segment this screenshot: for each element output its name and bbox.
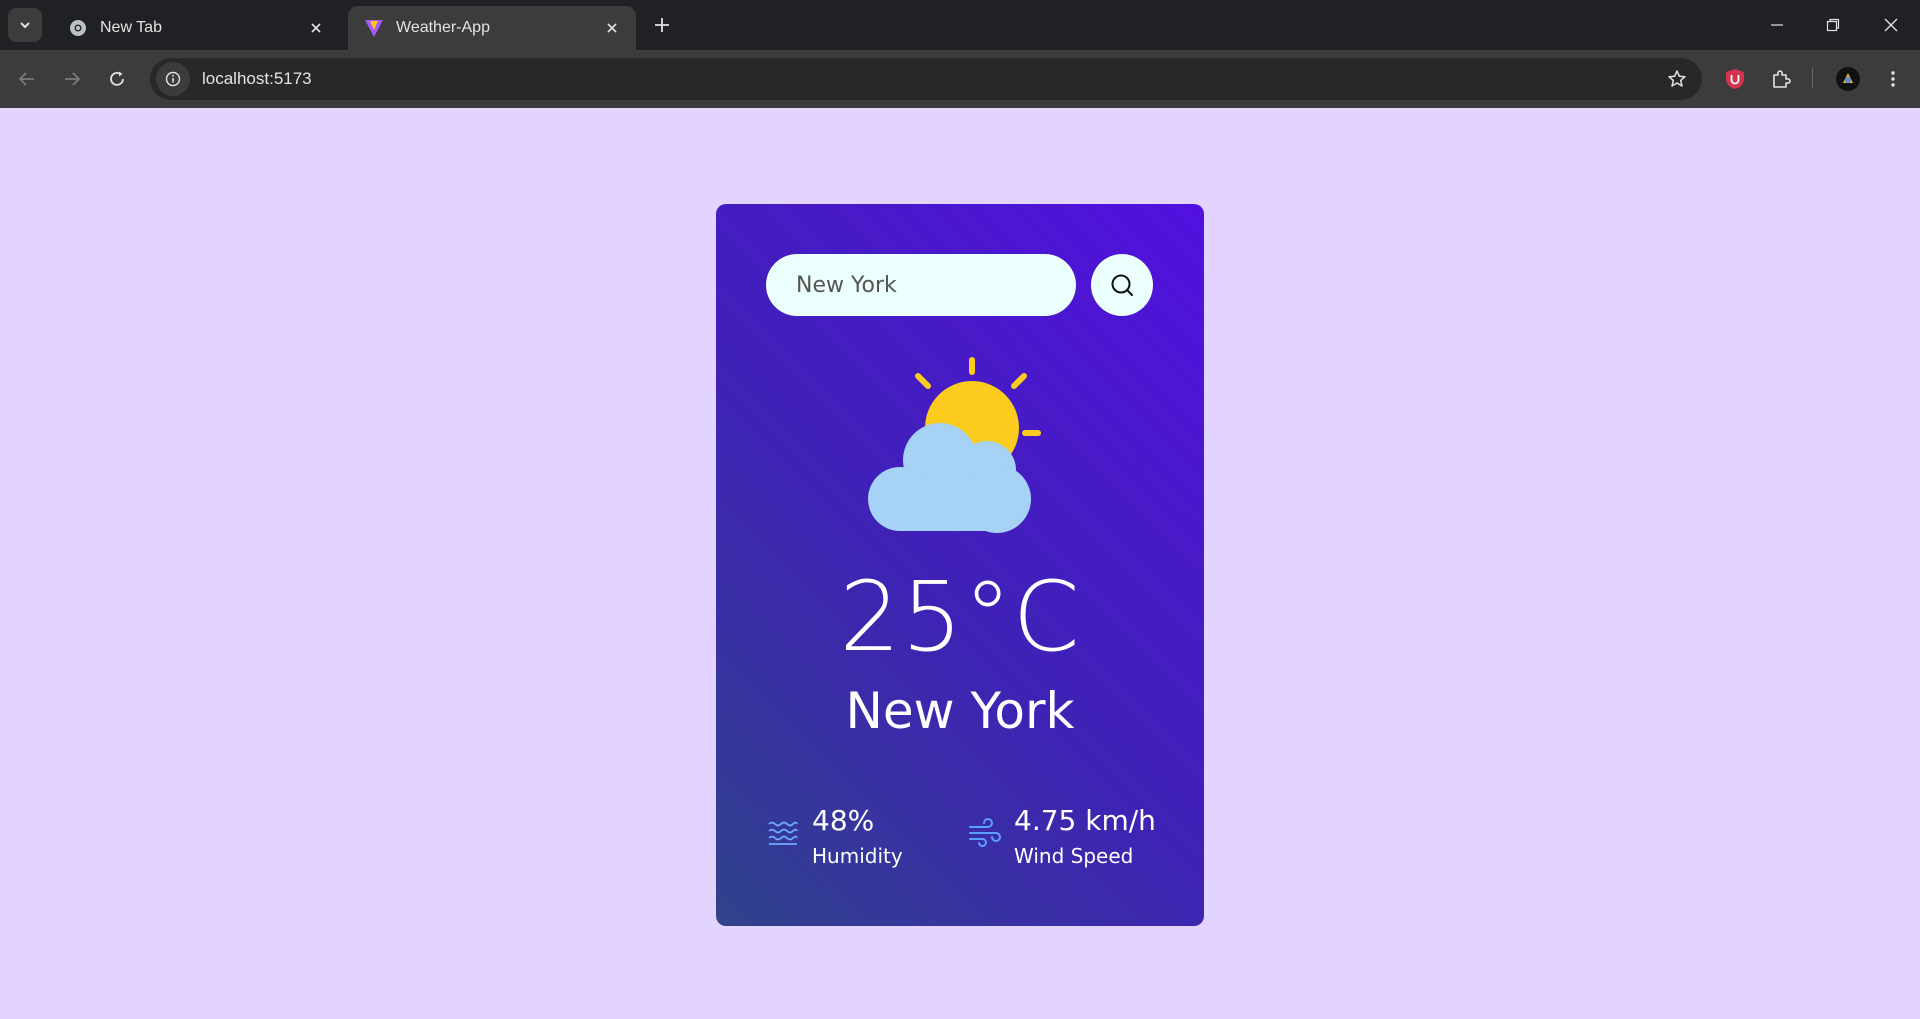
wind-speed-label: Wind Speed [1014,843,1134,868]
minimize-button[interactable] [1762,10,1792,40]
address-bar[interactable]: localhost:5173 [150,58,1702,100]
weather-card: 25°C New York 48% Humidity 4.75 km/h [716,204,1204,926]
arrow-left-icon [18,72,34,86]
tab-new-tab[interactable]: New Tab [52,6,340,50]
forward-button[interactable] [55,62,89,96]
minimize-icon [1771,24,1783,26]
vite-icon [364,18,384,38]
browser-menu-button[interactable] [1876,62,1910,96]
avatar-icon [1836,67,1860,91]
shield-icon [1726,69,1744,89]
humidity-value: 48% [812,804,875,837]
bookmark-button[interactable] [1662,64,1692,94]
search-button[interactable] [1091,254,1153,316]
tab-search-button[interactable] [8,8,42,42]
partly-cloudy-icon [868,357,1041,533]
restore-button[interactable] [1818,10,1848,40]
extensions-button[interactable] [1764,62,1798,96]
tab-weather-app[interactable]: Weather-App [348,6,636,50]
star-icon [1668,70,1686,87]
city-name: New York [845,682,1075,740]
new-tab-button[interactable] [650,13,674,37]
temperature-value: 25°C [839,561,1081,673]
chevron-down-icon [20,22,30,29]
browser-toolbar: localhost:5173 [0,50,1920,108]
url-text: localhost:5173 [202,69,312,88]
tab-title: New Tab [100,19,162,36]
plus-icon [655,18,669,32]
close-tab-icon[interactable] [304,16,328,40]
info-icon [165,71,181,87]
ublock-extension-button[interactable] [1718,62,1752,96]
back-button[interactable] [10,62,44,96]
more-vert-icon [1891,71,1895,87]
close-icon [1884,18,1898,32]
puzzle-icon [1773,70,1791,88]
reload-icon [110,71,124,86]
chrome-icon [68,18,88,38]
search-icon [1111,274,1133,296]
humidity-label: Humidity [812,843,903,868]
wind-stat: 4.75 km/h Wind Speed [968,804,1156,868]
profile-avatar[interactable] [1831,62,1865,96]
site-info-button[interactable] [156,62,190,96]
city-search-input[interactable] [766,254,1076,316]
wind-speed-value: 4.75 km/h [1014,804,1156,837]
restore-icon [1826,18,1840,32]
wind-icon [969,818,1001,847]
tab-title: Weather-App [396,19,490,36]
reload-button[interactable] [100,62,134,96]
tab-strip: New Tab Weather-App [0,0,1920,50]
humidity-stat: 48% Humidity [766,804,903,868]
close-tab-icon[interactable] [600,16,624,40]
toolbar-divider [1812,68,1813,88]
humidity-icon [768,821,798,845]
arrow-right-icon [65,72,81,86]
close-window-button[interactable] [1876,10,1906,40]
